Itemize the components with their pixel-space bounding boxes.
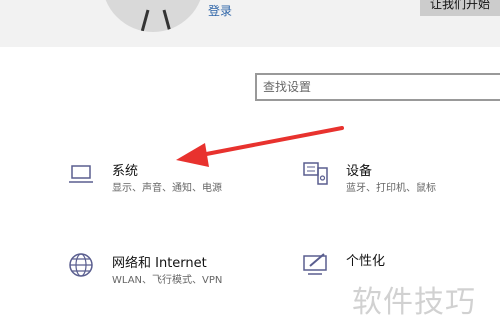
watermark: 软件技巧 (352, 285, 476, 320)
